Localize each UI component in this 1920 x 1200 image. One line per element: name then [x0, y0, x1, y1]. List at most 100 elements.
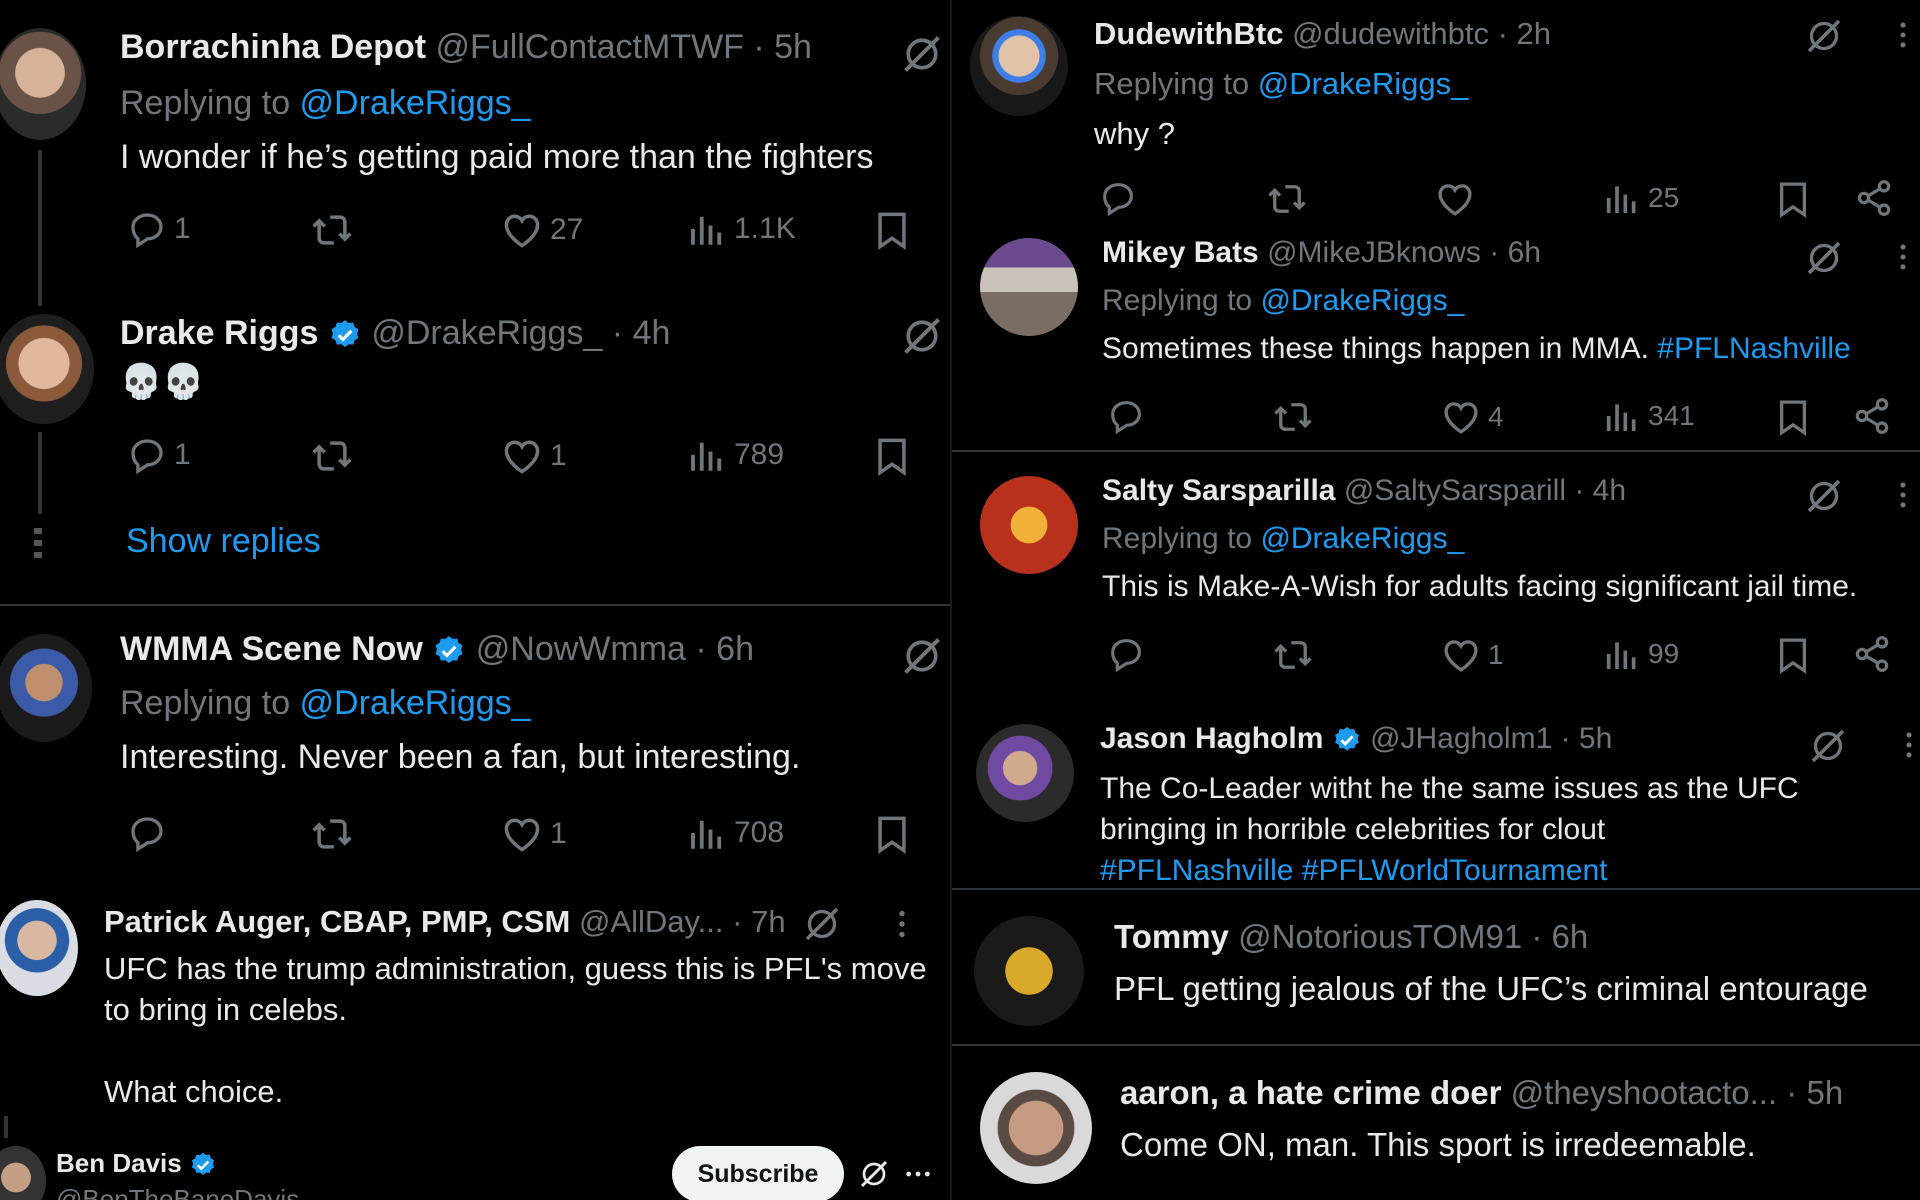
- author-name[interactable]: Ben Davis: [56, 1148, 182, 1178]
- author-handle[interactable]: @AllDay... · 7h: [579, 904, 786, 939]
- like-button[interactable]: 4: [1440, 396, 1504, 438]
- author-name[interactable]: Drake Riggs: [120, 314, 318, 352]
- tweet-salty-sarsparilla[interactable]: Salty Sarsparilla @SaltySarsparill · 4h …: [952, 466, 1920, 686]
- views-button[interactable]: 708: [686, 812, 784, 854]
- tweet-mikey-bats[interactable]: Mikey Bats @MikeJBknows · 6h Replying to…: [952, 228, 1920, 448]
- mention-link[interactable]: @DrakeRiggs_: [1260, 522, 1464, 555]
- avatar[interactable]: [0, 314, 94, 424]
- author-handle[interactable]: @NotoriousTOM91 · 6h: [1238, 918, 1588, 955]
- bookmark-button[interactable]: [870, 208, 914, 252]
- retweet-button[interactable]: [1272, 396, 1314, 438]
- mention-link[interactable]: @DrakeRiggs_: [1260, 284, 1464, 317]
- author-name[interactable]: WMMA Scene Now: [120, 630, 423, 668]
- avatar[interactable]: [0, 900, 78, 996]
- grok-icon[interactable]: [1804, 16, 1844, 56]
- retweet-button[interactable]: [310, 434, 354, 478]
- hashtag-link[interactable]: #PFLNashville: [1657, 332, 1850, 365]
- bookmark-button[interactable]: [1772, 178, 1814, 220]
- more-icon[interactable]: [1892, 728, 1920, 762]
- tweet-patrick-auger[interactable]: Patrick Auger, CBAP, PMP, CSM @AllDay...…: [0, 890, 952, 1120]
- grok-icon[interactable]: [900, 634, 944, 678]
- hashtag-link[interactable]: #PFLWorldTournament: [1302, 854, 1608, 887]
- grok-icon[interactable]: [858, 1158, 890, 1190]
- avatar[interactable]: [0, 1146, 46, 1200]
- reply-button[interactable]: [1106, 634, 1146, 674]
- mention-link[interactable]: @DrakeRiggs_: [300, 84, 531, 122]
- author-name[interactable]: Salty Sarsparilla: [1102, 474, 1335, 507]
- retweet-button[interactable]: [310, 812, 354, 856]
- retweet-button[interactable]: [310, 208, 354, 252]
- author-name[interactable]: Jason Hagholm: [1100, 722, 1323, 755]
- bookmark-button[interactable]: [870, 812, 914, 856]
- reply-button[interactable]: [1106, 396, 1146, 436]
- grok-icon[interactable]: [900, 32, 944, 76]
- mention-link[interactable]: @DrakeRiggs_: [1258, 66, 1469, 101]
- author-handle[interactable]: @DrakeRiggs_ · 4h: [371, 314, 670, 352]
- avatar[interactable]: [980, 1072, 1092, 1184]
- tweet-tommy[interactable]: Tommy @NotoriousTOM91 · 6h PFL getting j…: [952, 904, 1920, 1044]
- author-name[interactable]: Borrachinha Depot: [120, 28, 426, 66]
- avatar[interactable]: [974, 916, 1084, 1026]
- author-handle[interactable]: @FullContactMTWF · 5h: [436, 28, 812, 66]
- views-button[interactable]: 25: [1602, 178, 1679, 218]
- views-button[interactable]: 341: [1602, 396, 1695, 436]
- avatar[interactable]: [976, 724, 1074, 822]
- author-handle[interactable]: @JHagholm1 · 5h: [1370, 722, 1612, 755]
- avatar[interactable]: [0, 634, 92, 742]
- show-replies-link[interactable]: Show replies: [126, 522, 321, 561]
- more-icon[interactable]: [1886, 240, 1920, 274]
- tweet-dudewithbtc[interactable]: DudewithBtc @dudewithbtc · 2h Replying t…: [952, 0, 1920, 240]
- tweet-borrachinha[interactable]: Borrachinha Depot @FullContactMTWF · 5h …: [0, 0, 952, 306]
- grok-icon[interactable]: [900, 314, 944, 358]
- grok-icon[interactable]: [802, 904, 842, 944]
- share-button[interactable]: [1852, 634, 1892, 674]
- avatar[interactable]: [0, 28, 86, 140]
- tweet-drake-riggs[interactable]: Drake Riggs @DrakeRiggs_ · 4h 💀💀 1 1 789…: [0, 300, 952, 600]
- bookmark-button[interactable]: [870, 434, 914, 478]
- author-name[interactable]: Mikey Bats: [1102, 236, 1259, 269]
- author-handle[interactable]: @theyshootacto... · 5h: [1511, 1074, 1844, 1111]
- views-button[interactable]: 789: [686, 434, 784, 476]
- views-button[interactable]: 1.1K: [686, 208, 796, 250]
- like-button[interactable]: 27: [500, 208, 583, 252]
- share-button[interactable]: [1854, 178, 1894, 218]
- like-button[interactable]: 1: [1440, 634, 1504, 676]
- hashtag-link[interactable]: #PFLNashville: [1100, 854, 1293, 887]
- share-button[interactable]: [1852, 396, 1892, 436]
- mention-link[interactable]: @DrakeRiggs_: [300, 684, 531, 722]
- author-handle[interactable]: @MikeJBknows · 6h: [1267, 236, 1541, 269]
- grok-icon[interactable]: [1808, 726, 1848, 766]
- more-icon[interactable]: [1886, 478, 1920, 512]
- author-handle[interactable]: @NowWmma · 6h: [476, 630, 754, 668]
- like-button[interactable]: [1434, 178, 1476, 220]
- author-handle[interactable]: @dudewithbtc · 2h: [1292, 16, 1551, 51]
- grok-icon[interactable]: [1804, 476, 1844, 516]
- more-icon[interactable]: [1886, 18, 1920, 52]
- like-button[interactable]: 1: [500, 434, 567, 478]
- tweet-jason-hagholm[interactable]: Jason Hagholm @JHagholm1 · 5h The Co-Lea…: [952, 716, 1920, 887]
- tweet-ben-davis[interactable]: Ben Davis @BenTheBaneDavis Subscribe: [0, 1112, 952, 1200]
- author-name[interactable]: aaron, a hate crime doer: [1120, 1074, 1501, 1111]
- retweet-button[interactable]: [1266, 178, 1308, 220]
- author-name[interactable]: Tommy: [1114, 918, 1229, 955]
- reply-button[interactable]: [1098, 178, 1138, 218]
- author-name[interactable]: Patrick Auger, CBAP, PMP, CSM: [104, 904, 570, 939]
- like-button[interactable]: 1: [500, 812, 567, 856]
- tweet-wmma-scene-now[interactable]: WMMA Scene Now @NowWmma · 6h Replying to…: [0, 620, 952, 880]
- author-name[interactable]: DudewithBtc: [1094, 16, 1283, 51]
- tweet-aaron[interactable]: aaron, a hate crime doer @theyshootacto.…: [952, 1060, 1920, 1200]
- reply-button[interactable]: 1: [126, 434, 191, 476]
- more-icon[interactable]: [902, 1158, 934, 1190]
- subscribe-button[interactable]: Subscribe: [672, 1146, 844, 1200]
- retweet-button[interactable]: [1272, 634, 1314, 676]
- grok-icon[interactable]: [1804, 238, 1844, 278]
- bookmark-button[interactable]: [1772, 634, 1814, 676]
- author-handle[interactable]: @BenTheBaneDavis: [56, 1184, 299, 1200]
- views-button[interactable]: 99: [1602, 634, 1679, 674]
- avatar[interactable]: [970, 16, 1068, 116]
- more-icon[interactable]: [884, 906, 920, 942]
- author-handle[interactable]: @SaltySarsparill · 4h: [1344, 474, 1626, 507]
- bookmark-button[interactable]: [1772, 396, 1814, 438]
- avatar[interactable]: [980, 238, 1078, 336]
- avatar[interactable]: [980, 476, 1078, 574]
